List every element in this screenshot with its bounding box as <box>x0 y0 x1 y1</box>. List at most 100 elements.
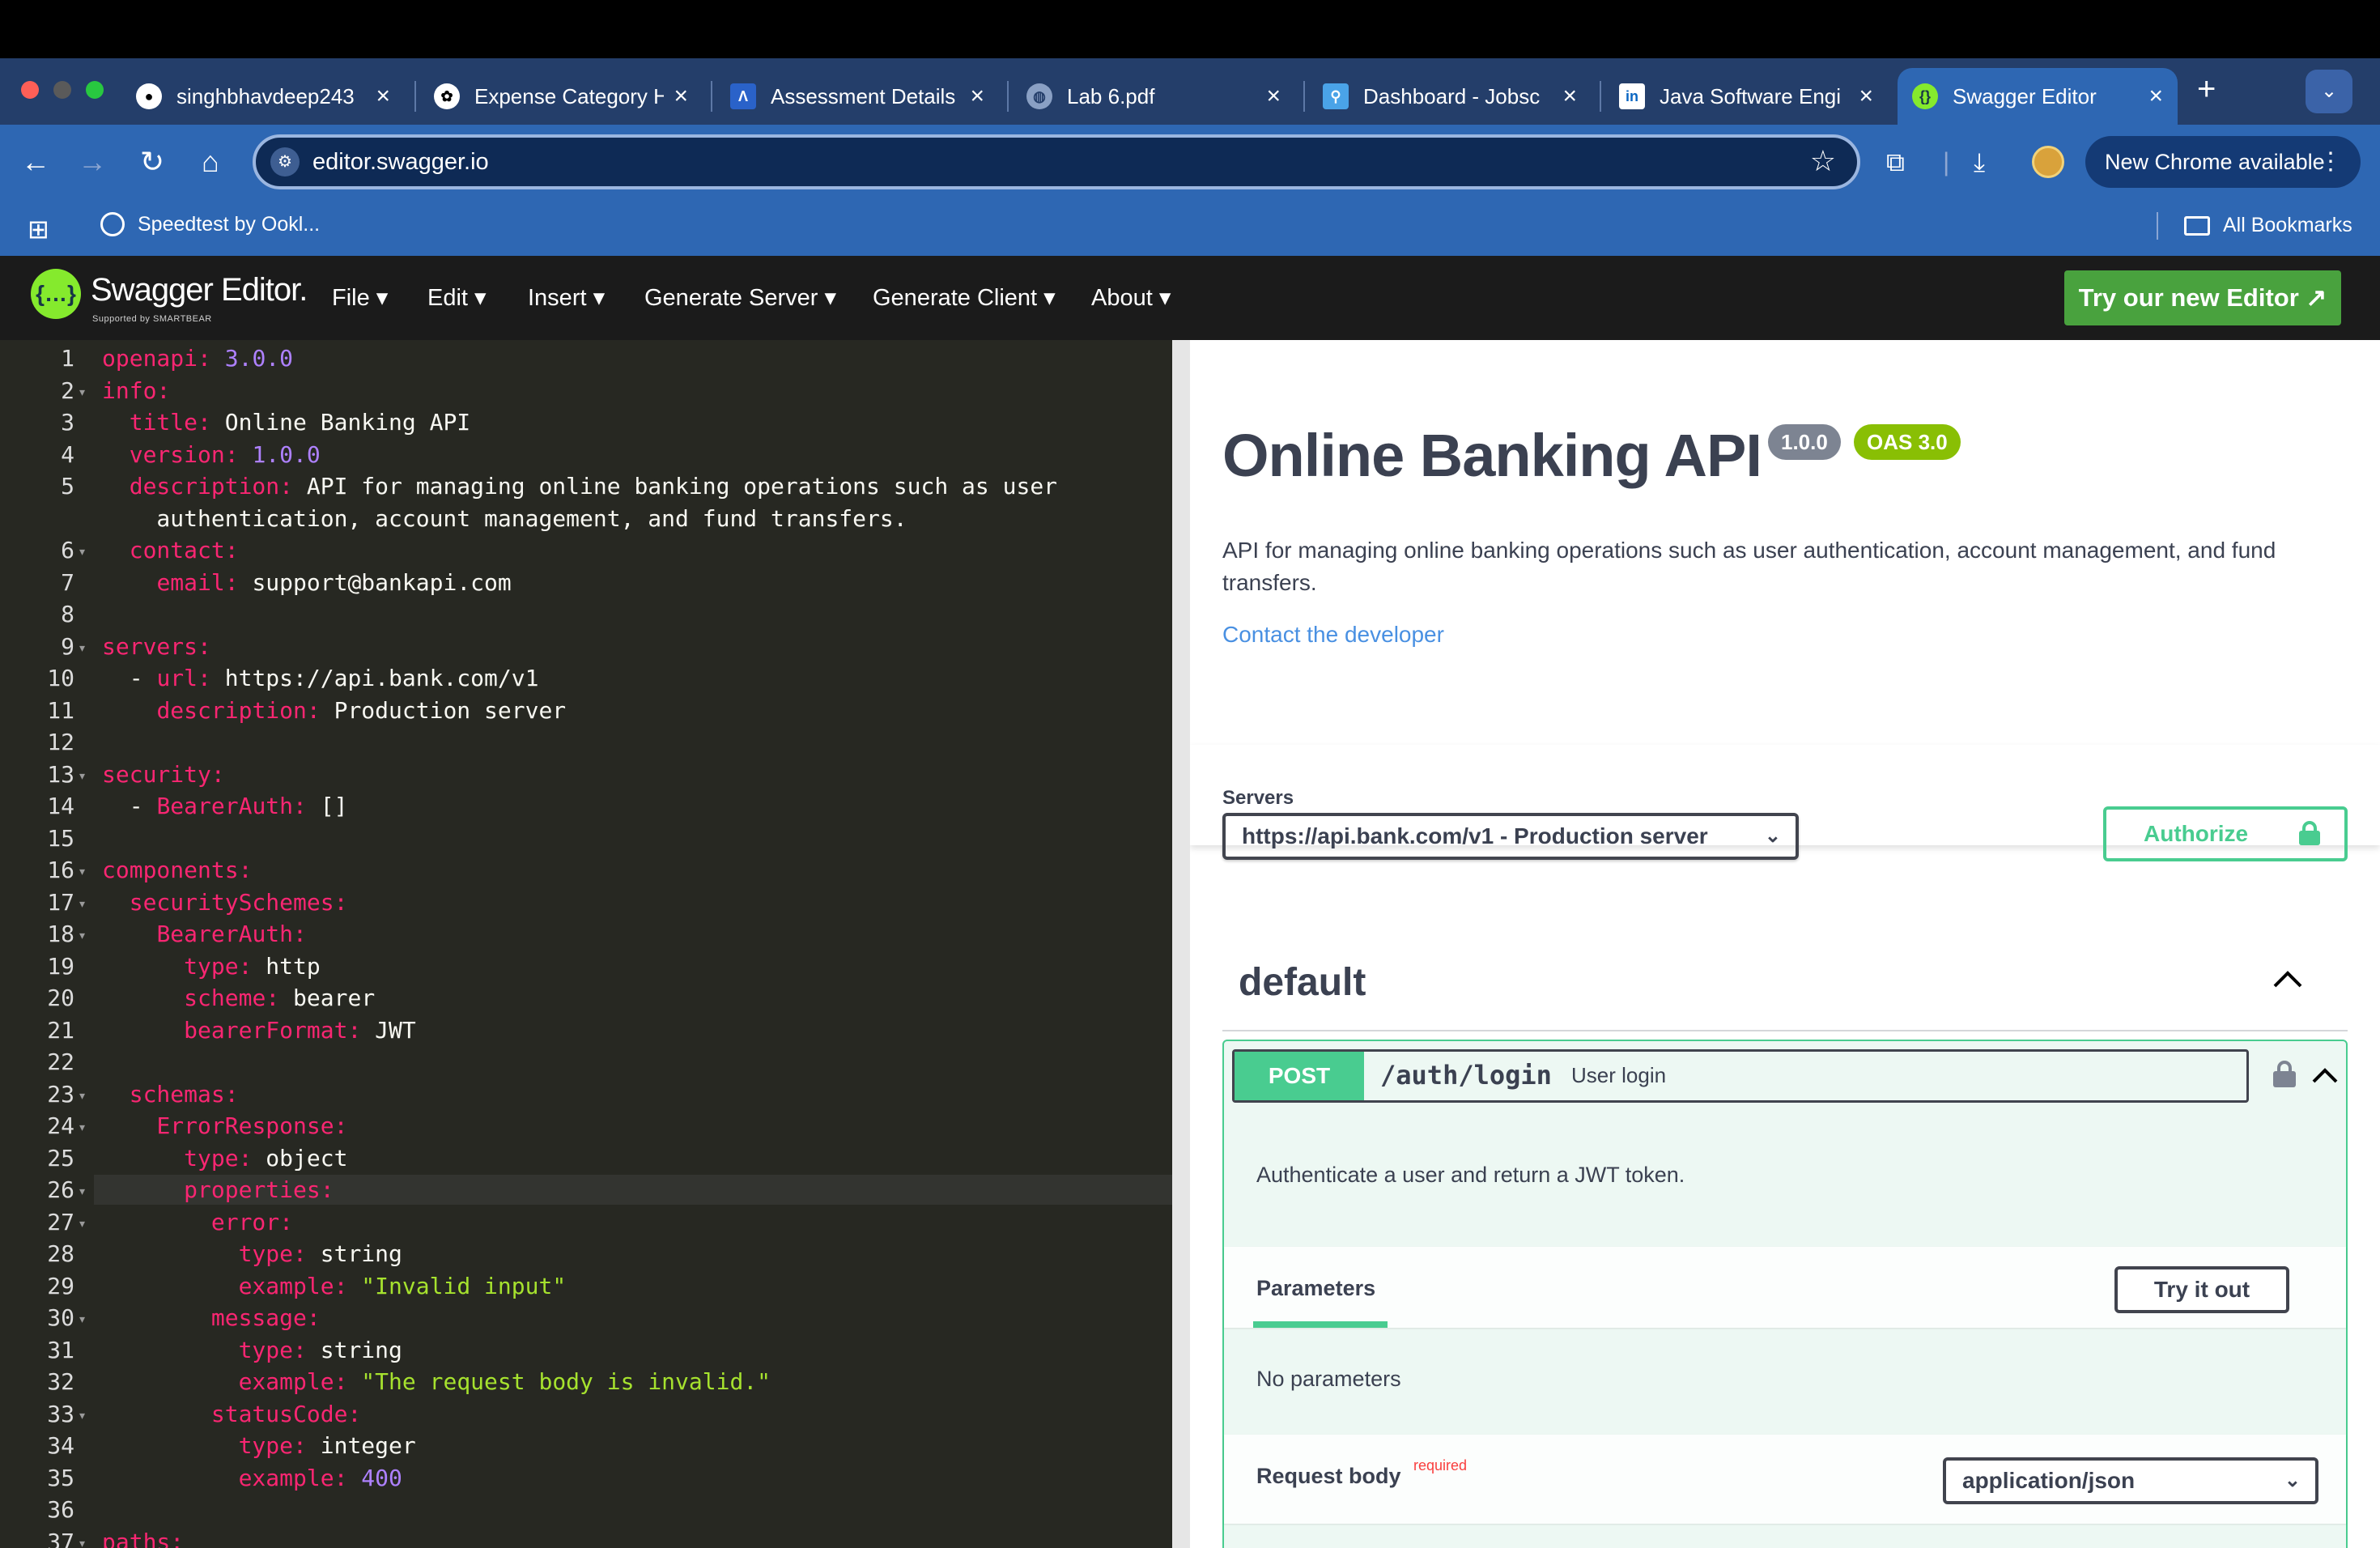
menu-about[interactable]: About ▾ <box>1091 283 1171 312</box>
url-text[interactable]: editor.swagger.io <box>312 149 489 176</box>
try-it-out-button[interactable]: Try it out <box>2114 1266 2289 1313</box>
fold-toggle-icon[interactable]: ▾ <box>79 1312 85 1326</box>
tab-jobscan-dashboard[interactable]: ⚲ Dashboard - Jobsc × <box>1308 68 1592 125</box>
fold-toggle-icon[interactable]: ▾ <box>79 385 85 399</box>
code-line[interactable]: - BearerAuth: [] <box>102 793 348 819</box>
fold-toggle-icon[interactable]: ▾ <box>79 1537 85 1548</box>
close-icon[interactable]: × <box>970 83 984 110</box>
code-line[interactable]: paths: <box>102 1529 184 1548</box>
menu-generate-server[interactable]: Generate Server ▾ <box>644 283 836 312</box>
code-line[interactable]: type: string <box>102 1240 402 1267</box>
tab-linkedin-job[interactable]: in Java Software Engi × <box>1604 68 1888 125</box>
fold-toggle-icon[interactable]: ▾ <box>79 929 85 942</box>
code-line[interactable]: scheme: bearer <box>102 985 375 1011</box>
fold-toggle-icon[interactable]: ▾ <box>79 545 85 559</box>
tab-swagger-editor[interactable]: {} Swagger Editor × <box>1898 68 2178 125</box>
tab-github[interactable]: ● singhbhavdeep243 × <box>121 68 405 125</box>
new-tab-button[interactable]: + <box>2197 73 2216 105</box>
code-line[interactable]: ErrorResponse: <box>102 1112 347 1139</box>
code-line[interactable]: BearerAuth: <box>102 921 306 947</box>
code-line[interactable]: securitySchemes: <box>102 889 348 916</box>
try-new-editor-button[interactable]: Try our new Editor ↗ <box>2064 270 2341 325</box>
code-line[interactable]: contact: <box>102 537 239 563</box>
code-line[interactable]: type: string <box>102 1337 402 1363</box>
code-line[interactable]: description: Production server <box>102 697 566 724</box>
code-line[interactable]: - url: https://api.bank.com/v1 <box>102 665 539 691</box>
code-line[interactable]: title: Online Banking API <box>102 409 470 436</box>
code-line[interactable]: example: "Invalid input" <box>102 1273 567 1299</box>
code-line[interactable]: schemas: <box>102 1081 239 1108</box>
minimize-window-button[interactable] <box>53 81 71 99</box>
contact-link[interactable]: Contact the developer <box>1222 622 1444 648</box>
back-button[interactable]: ← <box>16 142 55 181</box>
close-icon[interactable]: × <box>1859 83 1873 110</box>
close-icon[interactable]: × <box>1562 83 1577 110</box>
close-window-button[interactable] <box>21 81 39 99</box>
forward-button[interactable]: → <box>73 142 112 181</box>
code-line[interactable]: properties: <box>102 1176 334 1203</box>
code-line[interactable]: example: 400 <box>102 1465 402 1491</box>
code-line[interactable]: type: object <box>102 1145 347 1172</box>
code-line[interactable]: example: "The request body is invalid." <box>102 1368 771 1395</box>
fold-toggle-icon[interactable]: ▾ <box>79 897 85 911</box>
address-bar[interactable]: ⚙ editor.swagger.io ☆ <box>253 134 1860 189</box>
zoom-window-button[interactable] <box>86 81 104 99</box>
code-line[interactable]: security: <box>102 761 225 788</box>
fold-toggle-icon[interactable]: ▾ <box>79 1121 85 1134</box>
code-line[interactable]: openapi: 3.0.0 <box>102 345 293 372</box>
fold-toggle-icon[interactable]: ▾ <box>79 641 85 655</box>
swagger-brand[interactable]: Swagger Editor. <box>91 272 308 308</box>
code-line[interactable]: message: <box>102 1304 321 1331</box>
swagger-logo-icon[interactable]: {…} <box>31 269 81 319</box>
site-settings-icon[interactable]: ⚙ <box>270 147 300 176</box>
code-line[interactable]: description: API for managing online ban… <box>102 473 1057 500</box>
tab-parameters[interactable]: Parameters <box>1256 1276 1375 1301</box>
lock-icon[interactable] <box>2273 1061 2296 1088</box>
close-icon[interactable]: × <box>376 83 390 110</box>
fold-toggle-icon[interactable]: ▾ <box>79 1089 85 1103</box>
apps-grid-icon[interactable]: ⊞ <box>28 214 49 245</box>
tab-search-button[interactable]: ⌄ <box>2306 70 2352 113</box>
code-line[interactable]: type: integer <box>102 1432 416 1459</box>
menu-file[interactable]: File ▾ <box>332 283 388 312</box>
authorize-button[interactable]: Authorize <box>2103 806 2348 861</box>
close-icon[interactable]: × <box>674 83 688 110</box>
menu-generate-client[interactable]: Generate Client ▾ <box>873 283 1056 312</box>
menu-edit[interactable]: Edit ▾ <box>427 283 487 312</box>
server-select[interactable]: https://api.bank.com/v1 - Production ser… <box>1222 813 1799 860</box>
downloads-icon[interactable]: ⤓ <box>1974 142 1985 181</box>
chevron-up-icon[interactable] <box>2272 963 2304 996</box>
profile-avatar[interactable] <box>2032 146 2064 178</box>
code-line[interactable]: components: <box>102 857 252 883</box>
reload-button[interactable]: ↻ <box>133 142 172 181</box>
fold-toggle-icon[interactable]: ▾ <box>79 769 85 783</box>
close-icon[interactable]: × <box>1266 83 1281 110</box>
bookmark-star-icon[interactable]: ☆ <box>1810 144 1836 178</box>
tab-expense-category[interactable]: ✿ Expense Category H × <box>419 68 703 125</box>
code-line[interactable]: error: <box>102 1209 293 1235</box>
all-bookmarks-button[interactable]: All Bookmarks <box>2184 214 2352 237</box>
extensions-icon[interactable]: ⧉ <box>1886 142 1905 181</box>
code-line[interactable]: servers: <box>102 633 211 660</box>
tag-title[interactable]: default <box>1239 960 1366 1005</box>
pane-splitter[interactable] <box>1172 340 1190 1548</box>
code-line[interactable]: type: http <box>102 953 321 980</box>
content-type-select[interactable]: application/json ⌄ <box>1943 1457 2318 1504</box>
home-button[interactable]: ⌂ <box>191 142 230 181</box>
tab-assessment-details[interactable]: Λ Assessment Details × <box>716 68 999 125</box>
code-line[interactable]: email: support@bankapi.com <box>102 569 511 596</box>
fold-toggle-icon[interactable]: ▾ <box>79 1409 85 1423</box>
code-line[interactable]: authentication, account management, and … <box>102 505 907 532</box>
code-line[interactable]: version: 1.0.0 <box>102 441 321 468</box>
fold-toggle-icon[interactable]: ▾ <box>79 865 85 878</box>
new-chrome-available-button[interactable]: New Chrome available ⋮ <box>2085 136 2361 188</box>
fold-toggle-icon[interactable]: ▾ <box>79 1184 85 1198</box>
chevron-up-icon[interactable] <box>2310 1061 2340 1090</box>
code-line[interactable]: statusCode: <box>102 1401 361 1427</box>
close-icon[interactable]: × <box>2148 83 2163 110</box>
fold-toggle-icon[interactable]: ▾ <box>79 1217 85 1231</box>
operation-summary[interactable]: POST /auth/login User login <box>1232 1049 2249 1103</box>
tab-lab6-pdf[interactable]: ◍ Lab 6.pdf × <box>1012 68 1295 125</box>
bookmark-speedtest[interactable]: Speedtest by Ookl... <box>100 212 320 236</box>
yaml-editor[interactable]: 1 2 ▾ 3 4 5 6 ▾ 7 8 9 ▾ 10 11 12 13 ▾ 14 15 16 ▾ 17 ▾ 18 ▾ 19 20 21… <box>0 340 1172 1548</box>
